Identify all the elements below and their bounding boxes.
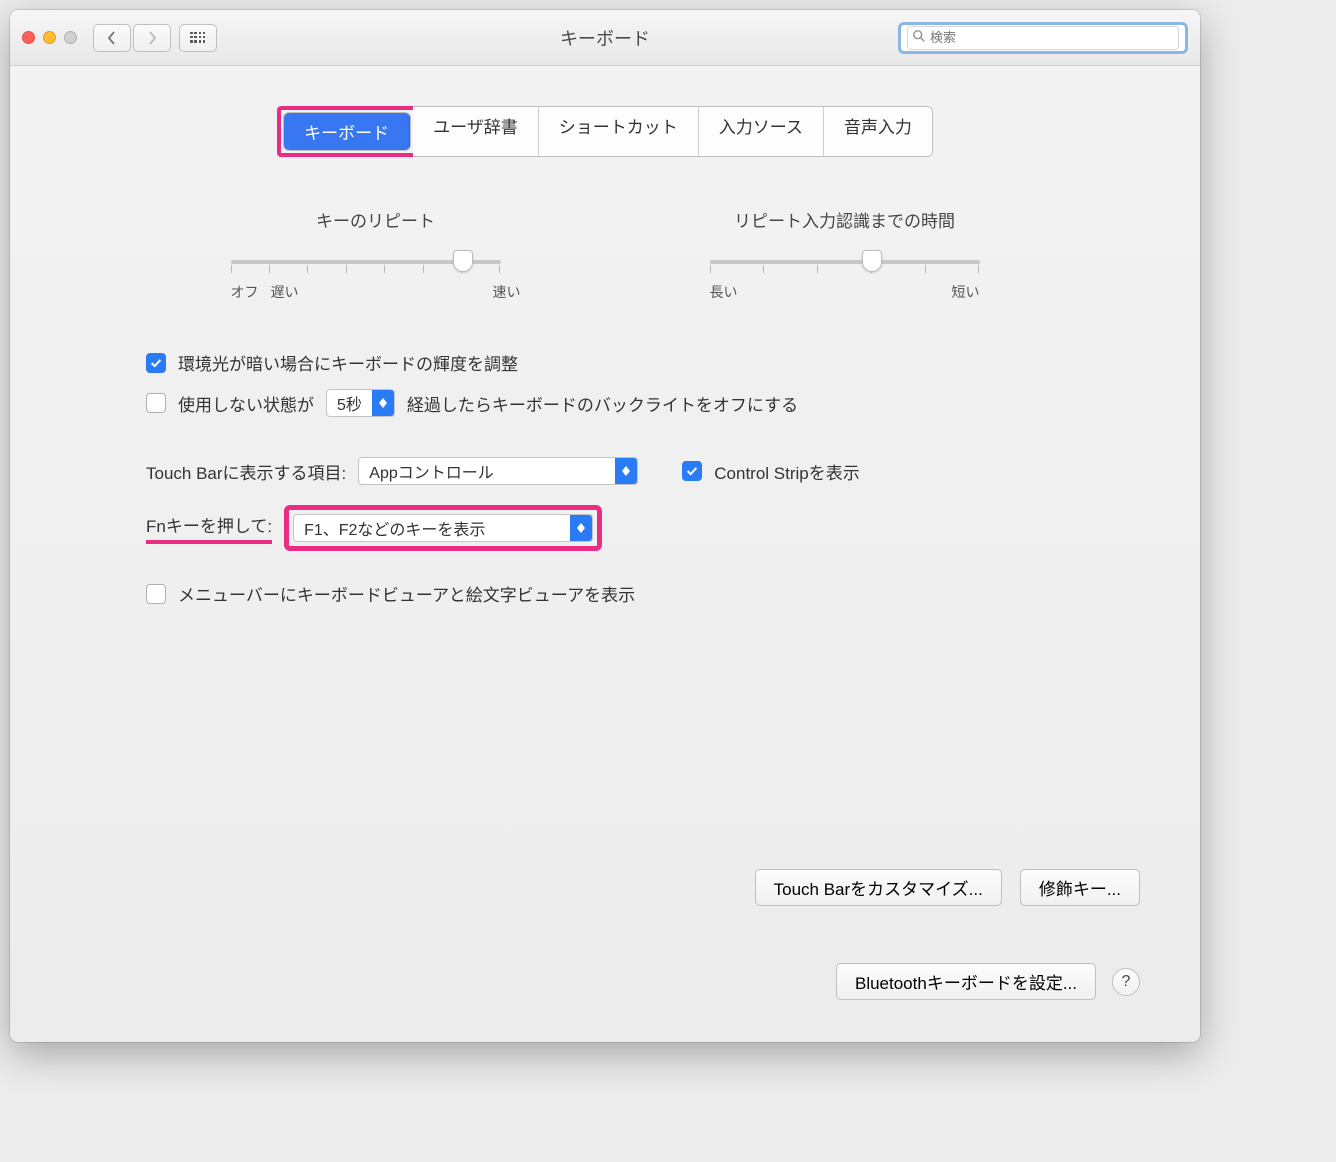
delay-repeat-title: リピート入力認識までの時間 — [710, 207, 980, 232]
forward-button[interactable] — [133, 24, 171, 52]
help-button[interactable]: ? — [1112, 968, 1140, 996]
customize-touchbar-button[interactable]: Touch Barをカスタマイズ... — [755, 869, 1002, 906]
tabs: キーボード ユーザ辞書 ショートカット 入力ソース 音声入力 — [46, 106, 1164, 157]
bluetooth-setup-button[interactable]: Bluetoothキーボードを設定... — [836, 963, 1096, 1000]
key-repeat-title: キーのリピート — [231, 207, 521, 232]
close-button[interactable] — [22, 31, 35, 44]
label-off: オフ — [231, 282, 259, 302]
delay-repeat-thumb[interactable] — [862, 250, 882, 272]
highlight-annotation-tab: キーボード — [277, 106, 417, 157]
search-input[interactable] — [930, 30, 1174, 45]
row-adjust-brightness: 環境光が暗い場合にキーボードの輝度を調整 — [46, 350, 1164, 375]
bottom-buttons: Touch Barをカスタマイズ... 修飾キー... — [755, 869, 1140, 906]
minimize-button[interactable] — [43, 31, 56, 44]
label-adjust-brightness: 環境光が暗い場合にキーボードの輝度を調整 — [178, 350, 518, 375]
label-slow: 遅い — [271, 282, 299, 302]
label-backlight-prefix: 使用しない状態が — [178, 391, 314, 416]
key-repeat-block: キーのリピート オフ 遅い 速い — [231, 207, 521, 302]
stepper-arrows-icon — [615, 458, 637, 484]
row-menubar-viewers: メニューバーにキーボードビューアと絵文字ビューアを表示 — [46, 581, 1164, 606]
checkbox-adjust-brightness[interactable] — [146, 353, 166, 373]
nav-buttons — [93, 24, 171, 52]
row-fn-key: Fnキーを押して: F1、F2などのキーを表示 — [46, 505, 1164, 551]
delay-repeat-labels: 長い 短い — [710, 282, 980, 302]
delay-repeat-block: リピート入力認識までの時間 長い 短い — [710, 207, 980, 302]
preferences-window: キーボード キーボード ユーザ辞書 ショートカット 入力ソース 音声入力 — [10, 10, 1200, 1042]
checkbox-menubar-viewers[interactable] — [146, 584, 166, 604]
checkbox-backlight-off[interactable] — [146, 393, 166, 413]
sliders: キーのリピート オフ 遅い 速い リピート入力認識までの時間 — [46, 207, 1164, 302]
select-touchbar-value: Appコントロール — [359, 459, 615, 483]
select-fn-key[interactable]: F1、F2などのキーを表示 — [293, 514, 593, 542]
back-button[interactable] — [93, 24, 131, 52]
label-fn-key: Fnキーを押して: — [146, 512, 272, 544]
modifier-keys-button[interactable]: 修飾キー... — [1020, 869, 1140, 906]
key-repeat-thumb[interactable] — [453, 250, 473, 272]
key-repeat-labels: オフ 遅い 速い — [231, 282, 521, 302]
label-short: 短い — [952, 282, 980, 302]
tab-keyboard[interactable]: キーボード — [284, 113, 410, 150]
select-fn-value: F1、F2などのキーを表示 — [294, 516, 570, 540]
select-backlight-value: 5秒 — [327, 391, 372, 415]
label-control-strip: Control Stripを表示 — [714, 459, 859, 484]
label-long: 長い — [710, 282, 738, 302]
stepper-arrows-icon — [570, 515, 592, 541]
label-backlight-suffix: 経過したらキーボードのバックライトをオフにする — [407, 391, 798, 416]
row-touchbar: Touch Barに表示する項目: Appコントロール Control Stri… — [46, 457, 1164, 485]
delay-repeat-slider[interactable] — [710, 260, 980, 264]
bluetooth-row: Bluetoothキーボードを設定... ? — [836, 963, 1140, 1000]
zoom-button[interactable] — [64, 31, 77, 44]
grid-icon — [190, 32, 206, 44]
show-all-button[interactable] — [179, 24, 217, 52]
search-icon — [912, 29, 926, 46]
label-touchbar: Touch Barに表示する項目: — [146, 459, 346, 484]
label-fast: 速い — [493, 282, 521, 302]
tab-shortcuts[interactable]: ショートカット — [539, 107, 699, 156]
stepper-arrows-icon — [372, 390, 394, 416]
select-backlight-seconds[interactable]: 5秒 — [326, 389, 395, 417]
tab-input-sources[interactable]: 入力ソース — [699, 107, 824, 156]
tab-user-dictionary[interactable]: ユーザ辞書 — [413, 107, 539, 156]
content-area: キーボード ユーザ辞書 ショートカット 入力ソース 音声入力 キーのリピート オ — [10, 66, 1200, 606]
key-repeat-slider[interactable] — [231, 260, 501, 264]
titlebar: キーボード — [10, 10, 1200, 66]
checkbox-control-strip[interactable] — [682, 461, 702, 481]
traffic-lights — [22, 31, 77, 44]
select-touchbar[interactable]: Appコントロール — [358, 457, 638, 485]
label-menubar-viewers: メニューバーにキーボードビューアと絵文字ビューアを表示 — [178, 581, 635, 606]
search-field[interactable] — [898, 22, 1188, 54]
highlight-annotation-fn: F1、F2などのキーを表示 — [284, 505, 602, 551]
tab-dictation[interactable]: 音声入力 — [824, 107, 932, 156]
row-backlight-off: 使用しない状態が 5秒 経過したらキーボードのバックライトをオフにする — [46, 389, 1164, 417]
